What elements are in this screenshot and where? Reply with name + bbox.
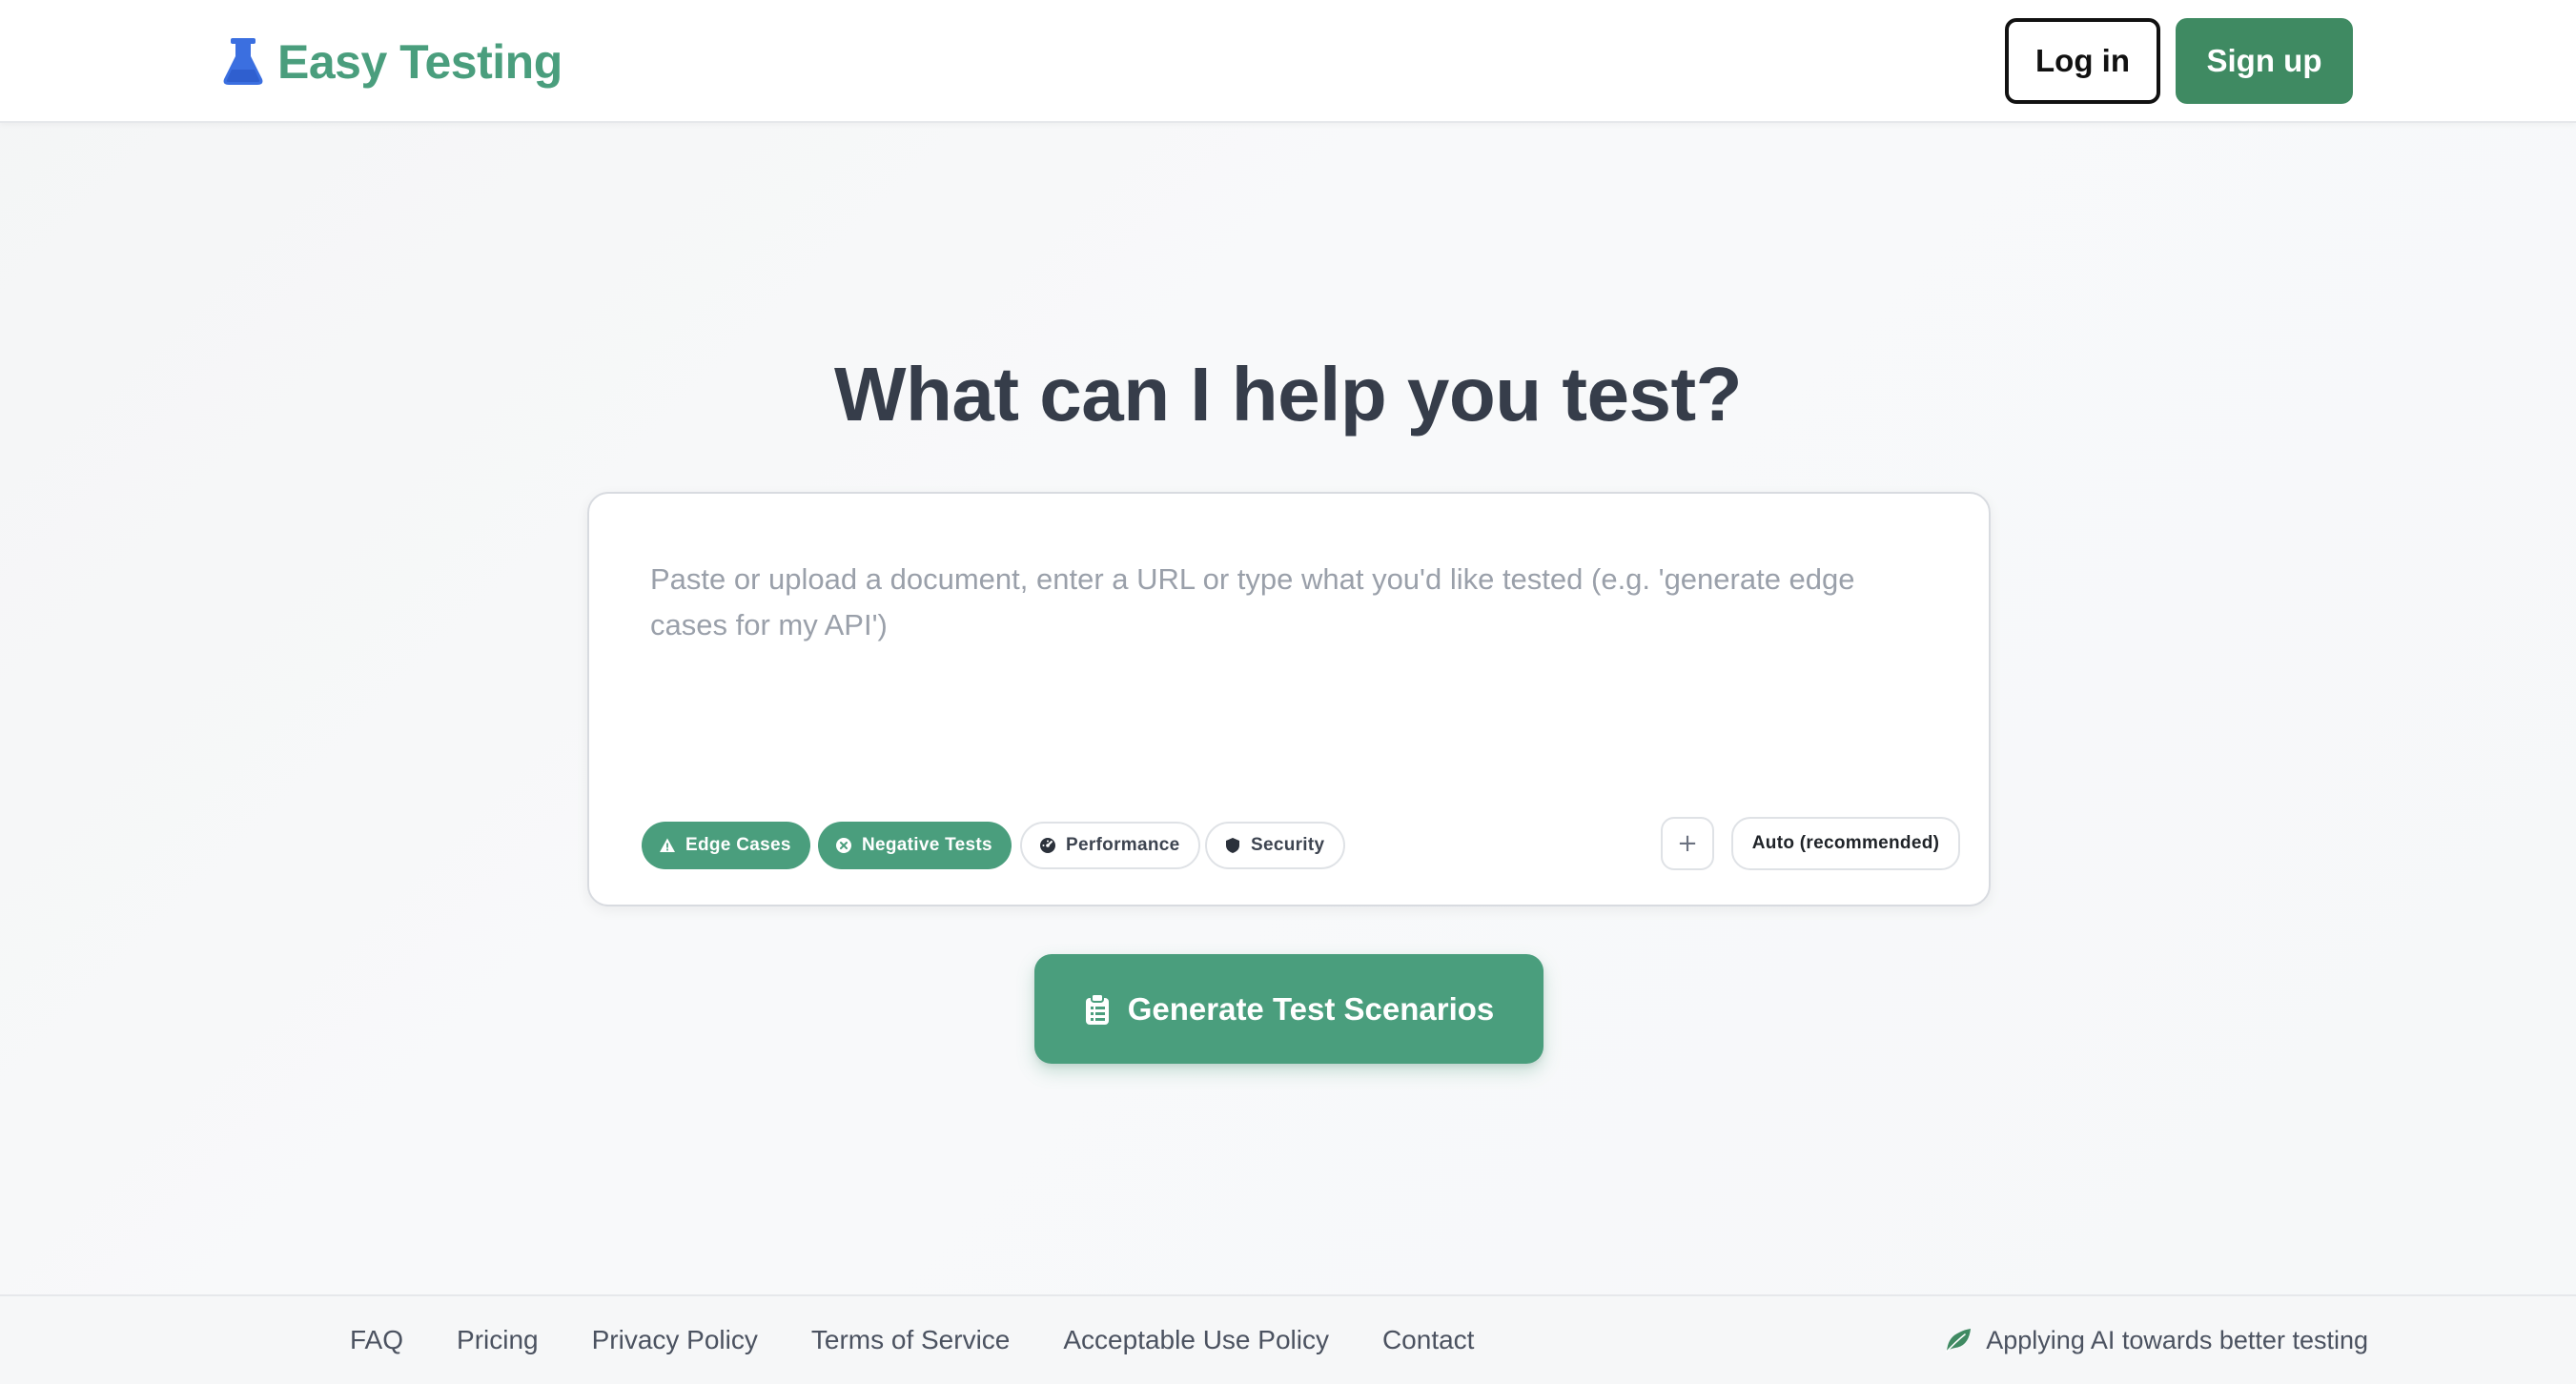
chip-security[interactable]: Security: [1205, 822, 1346, 869]
plus-icon: +: [1677, 829, 1698, 858]
chip-label: Security: [1251, 835, 1325, 855]
chip-edge-cases[interactable]: Edge Cases: [642, 822, 810, 869]
page-title: What can I help you test?: [833, 352, 1743, 437]
model-select[interactable]: Auto (recommended): [1731, 817, 1960, 870]
footer-link-acceptable-use-policy[interactable]: Acceptable Use Policy: [1063, 1325, 1329, 1355]
footer-link-pricing[interactable]: Pricing: [457, 1325, 539, 1355]
attach-button[interactable]: +: [1661, 817, 1714, 870]
footer-link-faq[interactable]: FAQ: [350, 1325, 403, 1355]
brand-name: Easy Testing: [277, 35, 562, 89]
chip-performance[interactable]: Performance: [1020, 822, 1201, 869]
signup-button[interactable]: Sign up: [2176, 18, 2353, 104]
tagline-text: Applying AI towards better testing: [1986, 1325, 2368, 1354]
x-circle-icon: [836, 838, 851, 853]
top-nav: Easy Testing Log in Sign up: [0, 0, 2576, 123]
login-button[interactable]: Log in: [2005, 18, 2160, 104]
footer-tagline: Applying AI towards better testing: [1944, 1296, 2368, 1384]
footer-link-terms-of-service[interactable]: Terms of Service: [811, 1325, 1011, 1355]
generate-button[interactable]: Generate Test Scenarios: [1034, 954, 1544, 1064]
prompt-input[interactable]: [650, 557, 1937, 795]
clipboard-icon: [1085, 992, 1109, 1025]
chip-label: Edge Cases: [685, 835, 791, 855]
generate-button-label: Generate Test Scenarios: [1127, 990, 1495, 1027]
chip-label: Performance: [1066, 835, 1180, 855]
warning-triangle-icon: [660, 838, 675, 852]
footer-link-contact[interactable]: Contact: [1382, 1325, 1475, 1355]
chip-label: Negative Tests: [862, 835, 992, 855]
footer: FAQ Pricing Privacy Policy Terms of Serv…: [0, 1294, 2576, 1384]
gauge-icon: [1040, 838, 1055, 853]
chip-negative-tests[interactable]: Negative Tests: [818, 822, 1012, 869]
footer-links: FAQ Pricing Privacy Policy Terms of Serv…: [350, 1296, 1474, 1384]
footer-link-privacy-policy[interactable]: Privacy Policy: [592, 1325, 758, 1355]
shield-icon: [1226, 838, 1239, 853]
flask-icon: [223, 38, 263, 85]
leaf-icon: [1946, 1329, 1972, 1353]
brand-logo[interactable]: Easy Testing: [222, 31, 562, 92]
prompt-card: Edge Cases Negative Tests Performance Se…: [587, 492, 1991, 906]
